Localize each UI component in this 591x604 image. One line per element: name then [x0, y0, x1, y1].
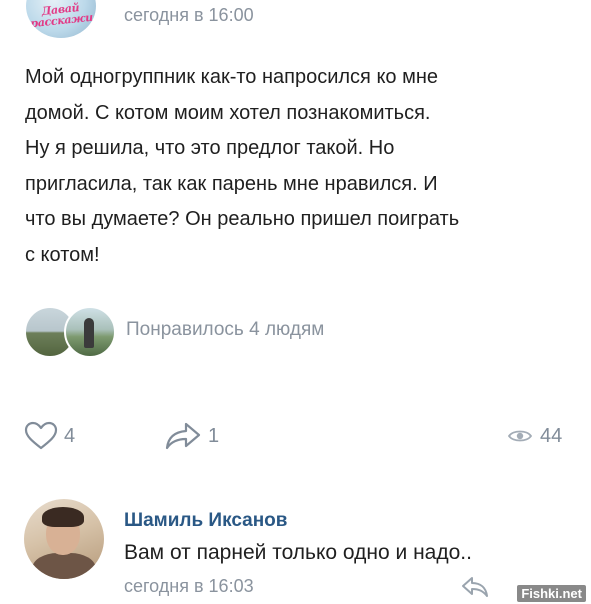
- avatar-hair: [42, 507, 84, 527]
- group-logo: Давай расскажи: [29, 1, 94, 31]
- share-arrow-icon: [164, 421, 202, 451]
- avatar-body: [32, 553, 96, 579]
- liker-avatar[interactable]: [64, 306, 116, 358]
- comment-author-avatar[interactable]: [24, 499, 104, 579]
- share-count: 1: [208, 424, 220, 447]
- likes-summary[interactable]: Понравилось 4 людям: [126, 319, 324, 341]
- reply-arrow-icon: [462, 577, 488, 597]
- like-button[interactable]: 4: [24, 418, 75, 454]
- comment-text: Вам от парней только одно и надо..: [124, 541, 472, 564]
- post-timestamp[interactable]: сегодня в 16:00: [124, 5, 254, 26]
- heart-icon: [24, 421, 58, 451]
- likers-avatars[interactable]: [24, 306, 120, 358]
- like-count: 4: [64, 424, 76, 447]
- post-actions: 4 1 44: [0, 418, 591, 458]
- comment-author-name[interactable]: Шамиль Иксанов: [124, 510, 287, 532]
- post-text: Мой одногруппник как-то напросился ко мн…: [25, 66, 460, 266]
- views-count: 44: [540, 424, 563, 447]
- watermark: Fishki.net: [517, 585, 586, 602]
- share-button[interactable]: 1: [164, 418, 219, 454]
- eye-icon: [508, 428, 532, 444]
- comment-timestamp: сегодня в 16:03: [124, 576, 254, 596]
- reply-button[interactable]: [461, 576, 489, 598]
- liker-figure: [84, 318, 94, 348]
- views-counter: 44: [508, 418, 562, 454]
- group-avatar[interactable]: Давай расскажи: [26, 0, 96, 38]
- post-header: Давай расскажи сегодня в 16:00: [0, 0, 591, 40]
